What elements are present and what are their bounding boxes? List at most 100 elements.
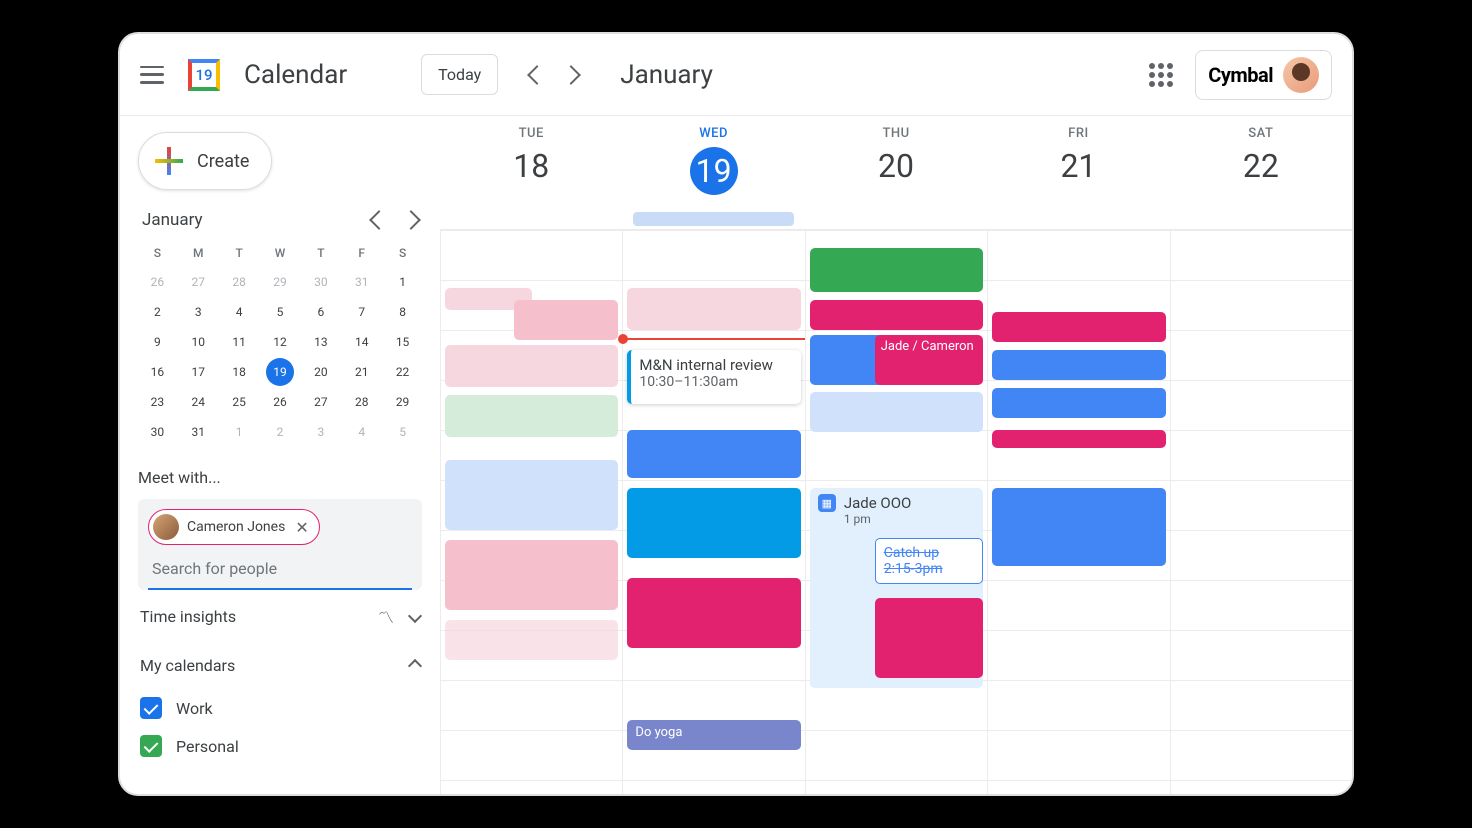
today-button[interactable]: Today [421, 54, 498, 95]
mini-day[interactable]: 27 [184, 268, 212, 296]
mini-day[interactable]: 1 [225, 418, 253, 446]
mini-day[interactable]: 10 [184, 328, 212, 356]
next-period-icon[interactable] [561, 65, 581, 85]
event-block[interactable] [810, 392, 983, 432]
mini-day[interactable]: 9 [143, 328, 171, 356]
event-block[interactable] [992, 430, 1165, 448]
remove-person-icon[interactable]: ✕ [293, 518, 310, 537]
event-block[interactable] [627, 430, 800, 478]
calendar-checkbox[interactable] [140, 735, 162, 757]
event-block[interactable] [875, 598, 983, 678]
chevron-up-icon [408, 658, 422, 672]
mini-day[interactable]: 20 [307, 358, 335, 386]
event-block[interactable] [992, 488, 1165, 566]
event-jade-cameron[interactable]: Jade / Cameron [875, 335, 983, 385]
my-calendars-row[interactable]: My calendars [138, 642, 422, 689]
day-header[interactable]: SAT22 [1170, 116, 1352, 212]
mini-day[interactable]: 25 [225, 388, 253, 416]
mini-day[interactable]: 21 [348, 358, 376, 386]
mini-day[interactable]: 14 [348, 328, 376, 356]
mini-day[interactable]: 15 [389, 328, 417, 356]
mini-day[interactable]: 26 [143, 268, 171, 296]
mini-prev-icon[interactable] [369, 210, 389, 230]
event-block[interactable] [627, 488, 800, 558]
calendar-checkbox[interactable] [140, 697, 162, 719]
event-block[interactable] [810, 300, 983, 330]
mini-day[interactable]: 17 [184, 358, 212, 386]
event-block[interactable] [445, 540, 618, 610]
google-apps-icon[interactable] [1149, 63, 1173, 87]
mini-day[interactable]: 31 [184, 418, 212, 446]
event-block[interactable] [445, 620, 618, 660]
calendar-item[interactable]: Personal [138, 727, 422, 765]
allday-event[interactable] [633, 212, 794, 226]
mini-day[interactable]: 26 [266, 388, 294, 416]
create-button[interactable]: Create [138, 132, 272, 190]
event-block[interactable] [810, 248, 983, 292]
event-block[interactable] [445, 345, 618, 387]
mini-day[interactable]: 5 [266, 298, 294, 326]
mini-day[interactable]: 19 [266, 358, 294, 386]
mini-day[interactable]: 12 [266, 328, 294, 356]
day-column-tue[interactable] [440, 230, 622, 794]
mini-day[interactable]: 13 [307, 328, 335, 356]
mini-day[interactable]: 29 [389, 388, 417, 416]
mini-day[interactable]: 5 [389, 418, 417, 446]
mini-day[interactable]: 2 [266, 418, 294, 446]
event-declined[interactable]: Catch up 2:15-3pm [875, 538, 983, 584]
mini-day[interactable]: 28 [348, 388, 376, 416]
event-block[interactable] [514, 300, 619, 340]
mini-day[interactable]: 11 [225, 328, 253, 356]
mini-next-icon[interactable] [401, 210, 421, 230]
mini-day[interactable]: 30 [307, 268, 335, 296]
event-meeting-card[interactable]: M&N internal review 10:30–11:30am [627, 350, 800, 404]
day-header[interactable]: THU20 [805, 116, 987, 212]
day-column-fri[interactable] [987, 230, 1169, 794]
event-title: Do yoga [635, 725, 682, 740]
event-block[interactable] [627, 578, 800, 648]
mini-calendar-header: January [138, 210, 422, 240]
event-block[interactable] [992, 350, 1165, 380]
search-people-input[interactable] [148, 545, 412, 590]
mini-day[interactable]: 18 [225, 358, 253, 386]
event-block[interactable] [627, 288, 800, 330]
mini-day[interactable]: 3 [307, 418, 335, 446]
mini-day[interactable]: 29 [266, 268, 294, 296]
event-block[interactable] [445, 395, 618, 437]
day-header[interactable]: WED19 [622, 116, 804, 212]
event-yoga[interactable]: Do yoga [627, 720, 800, 750]
mini-day[interactable]: 7 [348, 298, 376, 326]
mini-day[interactable]: 3 [184, 298, 212, 326]
mini-day[interactable]: 22 [389, 358, 417, 386]
event-block[interactable] [992, 312, 1165, 342]
event-block[interactable] [445, 460, 618, 530]
mini-day[interactable]: 4 [348, 418, 376, 446]
mini-day[interactable]: 27 [307, 388, 335, 416]
day-column-wed[interactable]: M&N internal review 10:30–11:30am Do yog… [622, 230, 804, 794]
day-header[interactable]: TUE18 [440, 116, 622, 212]
time-insights-row[interactable]: Time insights 〽︎ [138, 590, 422, 642]
mini-day[interactable]: 4 [225, 298, 253, 326]
mini-day[interactable]: 8 [389, 298, 417, 326]
mini-day[interactable]: 16 [143, 358, 171, 386]
mini-day[interactable]: 23 [143, 388, 171, 416]
event-block[interactable] [992, 388, 1165, 418]
main-menu-icon[interactable] [140, 63, 164, 87]
calendar-item[interactable]: Work [138, 689, 422, 727]
mini-day[interactable]: 31 [348, 268, 376, 296]
mini-day[interactable]: 6 [307, 298, 335, 326]
day-column-sat[interactable] [1170, 230, 1352, 794]
account-chip[interactable]: Cymbal [1195, 50, 1332, 100]
day-column-thu[interactable]: Jade / Cameron ▦Jade OOO 1 pm Catch up 2… [805, 230, 987, 794]
mini-day[interactable]: 28 [225, 268, 253, 296]
prev-period-icon[interactable] [527, 65, 547, 85]
mini-day[interactable]: 30 [143, 418, 171, 446]
calendar-icon: ▦ [818, 494, 836, 512]
event-title: Catch up [884, 545, 974, 561]
mini-calendar[interactable]: SMTWTFS262728293031123456789101112131415… [138, 240, 422, 446]
mini-day[interactable]: 1 [389, 268, 417, 296]
mini-day[interactable]: 24 [184, 388, 212, 416]
person-chip[interactable]: Cameron Jones ✕ [148, 509, 320, 545]
mini-day[interactable]: 2 [143, 298, 171, 326]
day-header[interactable]: FRI21 [987, 116, 1169, 212]
